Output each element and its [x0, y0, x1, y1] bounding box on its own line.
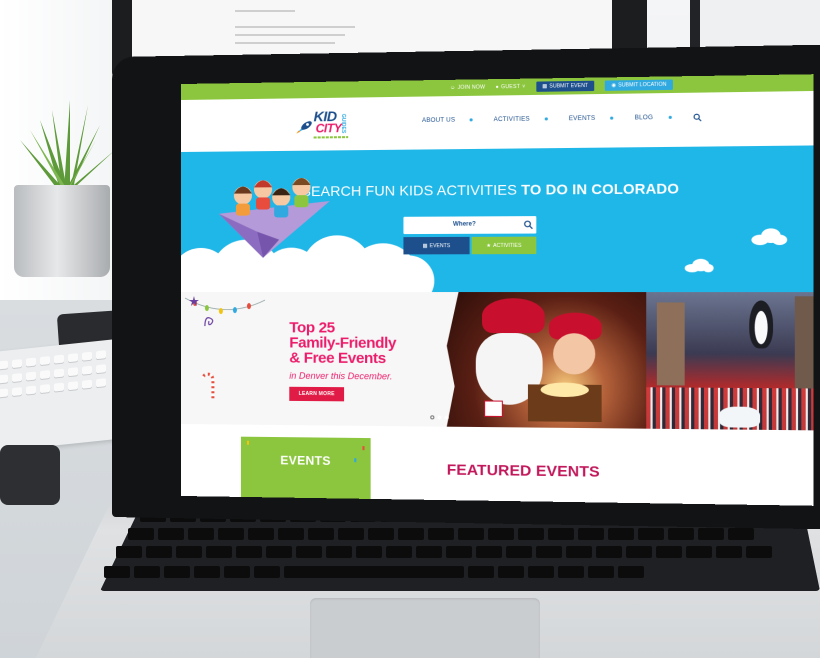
external-keyboard [0, 337, 130, 453]
search-placeholder: Where? [452, 221, 476, 228]
user-icon: ☺ [449, 84, 456, 92]
join-now-label: JOIN NOW [457, 84, 486, 91]
cloud [382, 255, 435, 293]
nav-item-events[interactable]: EVENTS [568, 115, 614, 123]
chevron-down-icon: ˅ [522, 83, 526, 91]
location-search-input[interactable]: Where? [403, 216, 537, 235]
polar-bear-float-shape [719, 406, 761, 428]
activity-icon: ★ [486, 242, 492, 249]
hero-title-light: SEARCH FUN KIDS ACTIVITIES [301, 181, 522, 200]
logo-underline [313, 136, 349, 139]
activities-filter-label: ACTIVITIES [493, 242, 522, 249]
nav-item-blog[interactable]: BLOG [634, 115, 672, 122]
search-icon[interactable] [524, 220, 533, 229]
carousel-dot[interactable] [437, 415, 442, 420]
map-pin-icon: ◉ [611, 82, 617, 89]
key-row [128, 528, 754, 540]
site-logo[interactable]: KID CITY GUIDES [291, 108, 352, 143]
penguin-belly-shape [754, 310, 768, 345]
nav-label: ACTIVITIES [493, 116, 530, 124]
banner-title: Top 25 Family-Friendly & Free Events [289, 319, 453, 368]
nav-separator-dot [668, 115, 672, 119]
nav-separator-dot [544, 117, 548, 121]
activities-filter-button[interactable]: ★ ACTIVITIES [471, 236, 537, 255]
submit-location-label: SUBMIT LOCATION [618, 81, 667, 89]
santa-hat-shape [482, 298, 545, 334]
learn-more-button[interactable]: LEARN MORE [289, 386, 345, 402]
star-decoration [188, 296, 199, 306]
nav-label: EVENTS [568, 115, 596, 123]
submit-event-button[interactable]: ▩ SUBMIT EVENT [535, 80, 595, 92]
nav-item-about-us[interactable]: ABOUT US [422, 117, 473, 124]
building-shape [656, 302, 685, 386]
guest-dropdown[interactable]: ● GUEST ˅ [496, 84, 526, 91]
background-text-line [235, 26, 355, 28]
background-text-line [235, 34, 345, 36]
search-icon[interactable] [693, 113, 702, 121]
promo-banner: Top 25 Family-Friendly & Free Events in … [181, 292, 814, 431]
carousel-dot[interactable] [444, 415, 449, 420]
submit-location-button[interactable]: ◉ SUBMIT LOCATION [605, 79, 673, 91]
events-tab-label: EVENTS [280, 453, 331, 468]
hero-title: SEARCH FUN KIDS ACTIVITIES TO DO IN COLO… [301, 180, 679, 199]
small-cloud [751, 228, 788, 246]
candy-cane-icon [201, 372, 214, 398]
nav-item-activities[interactable]: ACTIVITIES [494, 116, 548, 123]
plant-pot [14, 185, 110, 277]
mouse-device [0, 445, 60, 505]
carousel-dot[interactable] [430, 415, 435, 420]
background-text-line [235, 10, 295, 12]
kids-paper-plane-illustration [218, 177, 330, 258]
nav-label: BLOG [634, 115, 654, 122]
submit-event-label: SUBMIT EVENT [549, 82, 589, 90]
browser-screen: ☺ JOIN NOW ● GUEST ˅ ▩ SUBMIT EVENT ◉ SU… [181, 74, 814, 506]
join-now-link[interactable]: ☺ JOIN NOW [450, 84, 485, 91]
user-circle-icon: ● [495, 84, 499, 91]
confetti [354, 458, 357, 463]
rocket-icon [296, 119, 314, 134]
hero-section: SEARCH FUN KIDS ACTIVITIES TO DO IN COLO… [181, 145, 814, 293]
carousel-dots [430, 415, 449, 420]
building-shape [794, 296, 814, 391]
book-glow-shape [540, 382, 589, 398]
plant-leaves [20, 100, 115, 190]
confetti [246, 440, 249, 445]
key-row [104, 566, 644, 578]
events-tab[interactable]: EVENTS [240, 436, 371, 499]
events-filter-button[interactable]: ▩ EVENTS [403, 236, 470, 255]
featured-events-heading: FEATURED EVENTS [446, 461, 600, 481]
key-row [116, 546, 772, 558]
banner-subtitle: in Denver this December. [289, 370, 393, 382]
main-nav: ABOUT US ACTIVITIES EVENTS BLOG [422, 113, 701, 125]
logo-text-guides: GUIDES [340, 113, 347, 134]
trackpad [310, 598, 540, 658]
nav-separator-dot [469, 118, 473, 122]
events-filter-label: EVENTS [429, 242, 451, 249]
swirl-decoration [203, 316, 213, 326]
nav-separator-dot [610, 116, 614, 120]
guest-label: GUEST [501, 83, 521, 91]
banner-title-line: & Free Events [289, 349, 386, 368]
confetti [362, 446, 365, 451]
background-text-line [235, 42, 335, 44]
girl-face-shape [553, 333, 596, 375]
events-section: EVENTS FEATURED EVENTS [181, 424, 814, 506]
calendar-icon: ▩ [542, 83, 548, 90]
gift-icon [484, 400, 503, 417]
logo-text-city: CITY [315, 120, 342, 136]
site-header: KID CITY GUIDES ABOUT US ACTIVITIES EVEN… [181, 90, 814, 152]
nav-label: ABOUT US [421, 117, 456, 125]
hero-title-bold: TO DO IN COLORADO [521, 180, 680, 198]
small-cloud [684, 258, 714, 273]
calendar-icon: ▩ [422, 242, 428, 249]
